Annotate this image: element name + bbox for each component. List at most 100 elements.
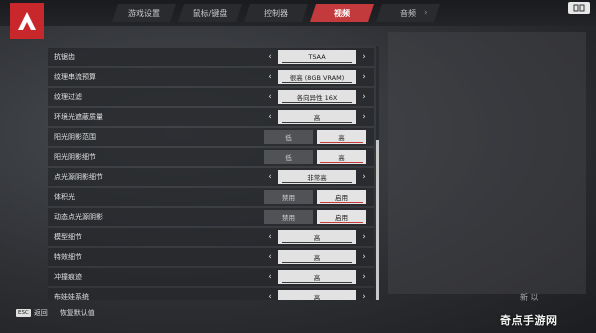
chevron-left-icon[interactable]: ‹ [264,290,276,300]
setting-value[interactable]: 高 [278,110,356,124]
chevron-right-icon[interactable]: › [358,70,370,84]
chevron-left-icon[interactable]: ‹ [264,250,276,264]
tab-game-settings[interactable]: 游戏设置 [112,4,176,22]
chevron-right-icon[interactable]: › [358,270,370,284]
setting-value-text: 高 [313,274,321,282]
setting-label: 冲撞痕迹 [54,273,82,281]
setting-row: 环境光遮蔽质量 ‹ 高 › [48,108,374,126]
window-button[interactable] [568,2,590,14]
value-indicator-bar [282,81,352,83]
tab-mouse-keyboard[interactable]: 鼠标/键盘 [178,4,242,22]
setting-label: 阳光阴影细节 [54,153,96,161]
chevron-right-icon[interactable]: › [358,110,370,124]
setting-value[interactable]: 非常高 [278,170,356,184]
setting-value-text: 高 [313,294,321,300]
chevron-left-icon[interactable]: ‹ [264,170,276,184]
setting-selector: ‹ 非常高 › [264,170,370,184]
setting-value[interactable]: 高 [278,270,356,284]
tab-controller[interactable]: 控制器 [244,4,308,22]
setting-toggle: 低高 [264,130,370,144]
apex-logo [10,3,44,39]
setting-value[interactable]: 高 [278,250,356,264]
chevron-right-icon[interactable]: › [358,230,370,244]
value-indicator-bar [282,61,352,63]
chevron-left-icon[interactable]: ‹ [264,230,276,244]
top-bar: 游戏设置 鼠标/键盘 控制器 视频 音频 › [0,0,596,26]
scrollbar-thumb[interactable] [376,140,379,300]
setting-row: 纹理串流预算 ‹ 很高 (8GB VRAM) › [48,68,374,86]
toggle-option[interactable]: 启用 [317,190,366,204]
reset-defaults-button[interactable]: 恢复默认值 [60,308,95,318]
setting-selector: ‹ 高 › [264,230,370,244]
setting-label: 纹理过滤 [54,93,82,101]
setting-selector: ‹ 高 › [264,110,370,124]
setting-label: 环境光遮蔽质量 [54,113,103,121]
setting-row: 体积光 禁用 启用 [48,188,374,206]
chevron-right-icon[interactable]: › [358,290,370,300]
value-indicator-bar [282,181,352,183]
setting-row: 布娃娃系统 ‹ 高 › [48,288,374,300]
setting-value[interactable]: 各向异性 16X [278,90,356,104]
value-indicator-bar [282,241,352,243]
setting-value-text: TSAA [308,53,326,61]
apex-logo-icon [18,12,36,30]
chevron-right-icon[interactable]: › [358,90,370,104]
back-button[interactable]: 返回 [34,308,48,318]
esc-key-icon: ESC [16,309,31,317]
toggle-option[interactable]: 高 [317,150,366,164]
setting-label: 布娃娃系统 [54,293,89,300]
setting-value-text: 非常高 [307,174,327,182]
setting-value[interactable]: 高 [278,290,356,300]
window-icon [573,4,585,12]
setting-label: 阳光阴影范围 [54,133,96,141]
setting-value-text: 高 [313,234,321,242]
setting-row: 模型细节 ‹ 高 › [48,228,374,246]
setting-value[interactable]: 很高 (8GB VRAM) [278,70,356,84]
chevron-right-icon[interactable]: › [358,50,370,64]
setting-label: 抗锯齿 [54,53,75,61]
setting-value-text: 高 [313,114,321,122]
setting-toggle: 低高 [264,150,370,164]
chevron-left-icon[interactable]: ‹ [264,270,276,284]
setting-row: 冲撞痕迹 ‹ 高 › [48,268,374,286]
setting-label: 特效细节 [54,253,82,261]
tab-scroll-right-icon[interactable]: › [424,8,436,18]
setting-label: 纹理串流预算 [54,73,96,81]
value-indicator-bar [282,101,352,103]
setting-value-text: 各向异性 16X [296,94,338,102]
toggle-option[interactable]: 启用 [317,210,366,224]
toggle-option[interactable]: 低 [264,130,313,144]
setting-row: 抗锯齿 ‹ TSAA › [48,48,374,66]
setting-label: 模型细节 [54,233,82,241]
toggle-option[interactable]: 禁用 [264,190,313,204]
value-indicator-bar [282,261,352,263]
setting-label: 体积光 [54,193,75,201]
setting-row: 动态点光源阴影 禁用 启用 [48,208,374,226]
setting-selector: ‹ 很高 (8GB VRAM) › [264,70,370,84]
setting-row: 特效细节 ‹ 高 › [48,248,374,266]
setting-value-text: 很高 (8GB VRAM) [289,74,345,82]
watermark: 奇点手游网 [500,314,558,327]
setting-selector: ‹ 各向异性 16X › [264,90,370,104]
setting-row: 阳光阴影细节 低高 [48,148,374,166]
setting-selector: ‹ 高 › [264,250,370,264]
setting-value-text: 高 [313,254,321,262]
setting-value[interactable]: TSAA [278,50,356,64]
value-indicator-bar [282,281,352,283]
chevron-left-icon[interactable]: ‹ [264,90,276,104]
corner-text: 新 以 [520,293,539,302]
setting-selector: ‹ 高 › [264,290,370,300]
setting-value[interactable]: 高 [278,230,356,244]
chevron-left-icon[interactable]: ‹ [264,50,276,64]
toggle-option[interactable]: 禁用 [264,210,313,224]
chevron-right-icon[interactable]: › [358,170,370,184]
chevron-left-icon[interactable]: ‹ [264,110,276,124]
toggle-option[interactable]: 高 [317,130,366,144]
toggle-option[interactable]: 低 [264,150,313,164]
description-panel [388,32,586,294]
chevron-left-icon[interactable]: ‹ [264,70,276,84]
chevron-right-icon[interactable]: › [358,250,370,264]
tab-video[interactable]: 视频 [310,4,374,22]
value-indicator-bar [282,121,352,123]
setting-selector: ‹ TSAA › [264,50,370,64]
